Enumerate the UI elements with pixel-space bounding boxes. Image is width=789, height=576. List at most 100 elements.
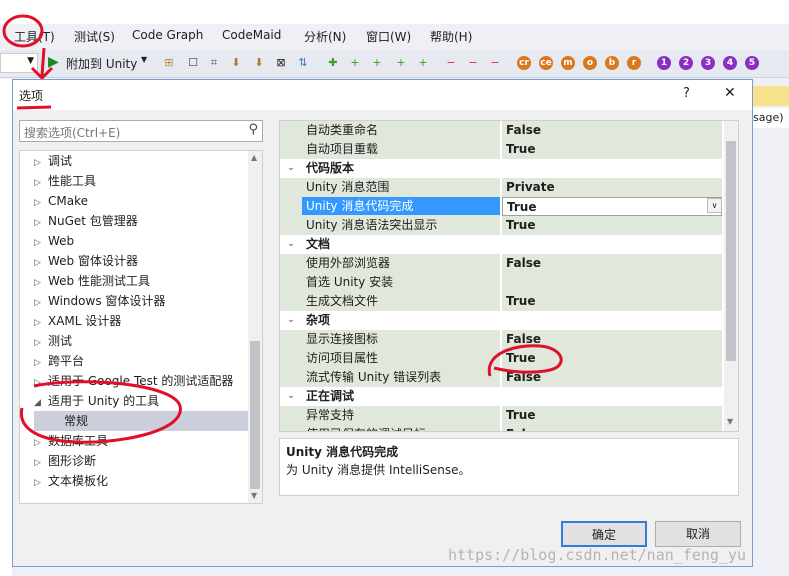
chevron-down-icon[interactable]: ∨	[707, 198, 722, 213]
tree-scrollbar[interactable]: ▲ ▼	[248, 151, 262, 503]
collapsed-arrow-icon[interactable]: ▷	[34, 473, 48, 493]
close-box-icon[interactable]: ⊠	[274, 56, 288, 70]
property-name[interactable]: 使用外部浏览器	[302, 254, 500, 273]
scroll-down-icon[interactable]: ▼	[251, 491, 257, 500]
remove-t-icon[interactable]: −	[466, 56, 480, 70]
property-value[interactable]: True	[502, 197, 722, 216]
remove-icon[interactable]: −	[444, 56, 458, 70]
ce-icon[interactable]: ce	[539, 56, 553, 70]
add-d-icon[interactable]: +	[370, 56, 384, 70]
collapsed-arrow-icon[interactable]: ▷	[34, 333, 48, 353]
collapsed-arrow-icon[interactable]: ▷	[34, 353, 48, 373]
collapsed-arrow-icon[interactable]: ▷	[34, 313, 48, 333]
collapsed-arrow-icon[interactable]: ▷	[34, 273, 48, 293]
collapsed-arrow-icon[interactable]: ▷	[34, 253, 48, 273]
remove-n-icon[interactable]: −	[488, 56, 502, 70]
tree-item[interactable]: ▷ 文本模板化	[34, 471, 108, 491]
bookmark-3-icon[interactable]: 3	[701, 56, 715, 70]
import-icon[interactable]: ⬇	[229, 56, 243, 70]
tree-item[interactable]: ▷ Windows 窗体设计器	[34, 291, 165, 311]
add-icon[interactable]: +	[348, 56, 362, 70]
add-member-icon[interactable]: ✚	[326, 56, 340, 70]
tree-item[interactable]: ▷ CMake	[34, 191, 88, 211]
search-box[interactable]: 搜索选项(Ctrl+E) ⚲	[19, 120, 263, 142]
collapsed-arrow-icon[interactable]: ▷	[34, 193, 48, 213]
property-name[interactable]: 显示连接图标	[302, 330, 500, 349]
grid-category[interactable]: ⌄ 正在调试	[280, 387, 724, 406]
add-r-icon[interactable]: +	[416, 56, 430, 70]
cr-icon[interactable]: cr	[517, 56, 531, 70]
property-name[interactable]: 访问项目属性	[302, 349, 500, 368]
menu-codemaid[interactable]: CodeMaid	[222, 28, 281, 42]
property-value[interactable]: False	[502, 425, 722, 431]
menu-help[interactable]: 帮助(H)	[430, 28, 472, 45]
menu-analyze[interactable]: 分析(N)	[304, 28, 346, 45]
grid-category[interactable]: ⌄ 文档	[280, 235, 724, 254]
scroll-down-icon[interactable]: ▼	[727, 417, 733, 426]
search-input[interactable]: 搜索选项(Ctrl+E)	[24, 124, 120, 141]
attach-unity-button[interactable]: 附加到 Unity	[66, 55, 137, 72]
collapsed-arrow-icon[interactable]: ▷	[34, 213, 48, 233]
collapsed-arrow-icon[interactable]: ▷	[34, 453, 48, 473]
ok-button[interactable]: 确定	[561, 521, 647, 547]
property-value[interactable]: True	[502, 292, 722, 311]
grid-row[interactable]: 首选 Unity 安装	[280, 273, 724, 292]
b-icon[interactable]: b	[605, 56, 619, 70]
tree-item[interactable]: ▷ XAML 设计器	[34, 311, 121, 331]
property-value[interactable]: True	[502, 140, 722, 159]
export-icon[interactable]: ⬇	[252, 56, 266, 70]
menu-test[interactable]: 测试(S)	[74, 28, 115, 45]
grid-row[interactable]: 使用外部浏览器 False	[280, 254, 724, 273]
property-name[interactable]: Unity 消息语法突出显示	[302, 216, 500, 235]
tree-item[interactable]: ▷ Web	[34, 231, 74, 251]
tree-item[interactable]: ▷ 图形诊断	[34, 451, 96, 471]
property-value[interactable]: Private	[502, 178, 722, 197]
grid-row[interactable]: 自动项目重载 True	[280, 140, 724, 159]
bookmark-2-icon[interactable]: 2	[679, 56, 693, 70]
grid-row[interactable]: 自动类重命名 False	[280, 121, 724, 140]
tree-item[interactable]: ▷ Web 窗体设计器	[34, 251, 138, 271]
collapse-icon[interactable]: ⌄	[280, 235, 302, 254]
grid-row[interactable]: 使用已保存的调试目标False	[280, 425, 724, 431]
bookmark-5-icon[interactable]: 5	[745, 56, 759, 70]
m-icon[interactable]: m	[561, 56, 575, 70]
collapsed-arrow-icon[interactable]: ▷	[34, 293, 48, 313]
collapse-icon[interactable]: ⌄	[280, 311, 302, 330]
bookmark-1-icon[interactable]: 1	[657, 56, 671, 70]
property-name[interactable]: 首选 Unity 安装	[302, 273, 500, 292]
find-icon[interactable]: ⊞	[162, 56, 176, 70]
collapsed-arrow-icon[interactable]: ▷	[34, 173, 48, 193]
tree-item[interactable]: ▷ NuGet 包管理器	[34, 211, 138, 231]
grid-scrollbar[interactable]: ▼	[724, 121, 738, 431]
collapse-icon[interactable]: ⌄	[280, 387, 302, 406]
property-name[interactable]: 使用已保存的调试目标	[302, 425, 500, 431]
chevron-down-icon[interactable]: ▼	[141, 55, 147, 64]
scroll-thumb[interactable]	[250, 341, 260, 489]
help-button[interactable]: ?	[683, 86, 690, 101]
property-name[interactable]: 自动类重命名	[302, 121, 500, 140]
window-icon[interactable]: ☐	[186, 56, 200, 70]
grid-row[interactable]: Unity 消息语法突出显示 True	[280, 216, 724, 235]
tree-item[interactable]: ▷ 性能工具	[34, 171, 96, 191]
grid-row[interactable]: Unity 消息范围 Private	[280, 178, 724, 197]
menu-code-graph[interactable]: Code Graph	[132, 28, 203, 42]
property-value[interactable]: False	[502, 121, 722, 140]
property-name[interactable]: 自动项目重载	[302, 140, 500, 159]
tree-item[interactable]: ▷ Web 性能测试工具	[34, 271, 150, 291]
property-value[interactable]: True	[502, 406, 722, 425]
property-name[interactable]: Unity 消息代码完成	[302, 197, 500, 216]
sync-icon[interactable]: ⇅	[296, 56, 310, 70]
grid-category[interactable]: ⌄ 代码版本	[280, 159, 724, 178]
collapse-icon[interactable]: ⌄	[280, 159, 302, 178]
property-name[interactable]: Unity 消息范围	[302, 178, 500, 197]
scroll-up-icon[interactable]: ▲	[251, 153, 257, 162]
grid-row[interactable]: 异常支持 True	[280, 406, 724, 425]
cancel-button[interactable]: 取消	[655, 521, 741, 547]
tree-item[interactable]: ▷ 测试	[34, 331, 72, 351]
property-name[interactable]: 流式传输 Unity 错误列表	[302, 368, 500, 387]
menu-window[interactable]: 窗口(W)	[366, 28, 411, 45]
property-name[interactable]: 生成文档文件	[302, 292, 500, 311]
grid-row[interactable]: Unity 消息代码完成 True ∨	[280, 197, 724, 216]
search-icon[interactable]: ⚲	[248, 122, 258, 137]
property-value[interactable]: False	[502, 254, 722, 273]
